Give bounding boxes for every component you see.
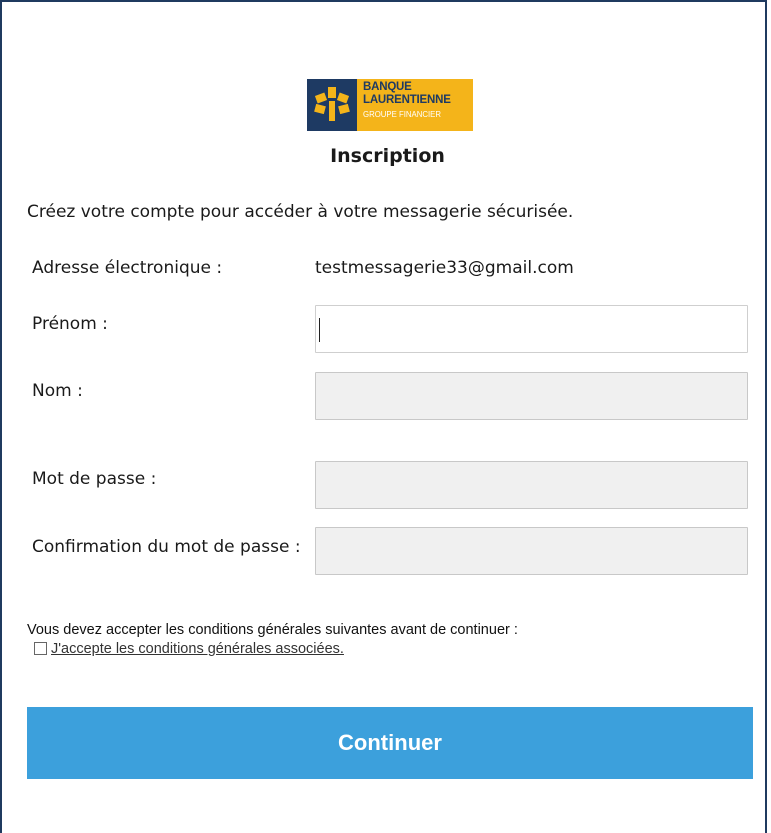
terms-checkbox[interactable] <box>34 642 47 655</box>
confirm-password-label: Confirmation du mot de passe : <box>32 537 301 557</box>
email-label: Adresse électronique : <box>32 258 223 278</box>
password-input[interactable] <box>315 461 748 509</box>
page-frame: BANQUE LAURENTIENNE GROUPE FINANCIER Ins… <box>0 0 767 833</box>
logo-emblem-icon <box>307 79 357 131</box>
terms-link[interactable]: J'accepte les conditions générales assoc… <box>51 641 344 657</box>
lastname-label: Nom : <box>32 381 83 401</box>
continue-button[interactable]: Continuer <box>27 707 753 779</box>
firstname-input[interactable] <box>315 305 748 353</box>
logo-line-1: BANQUE <box>363 81 412 93</box>
intro-text: Créez votre compte pour accéder à votre … <box>27 202 574 222</box>
password-label: Mot de passe : <box>32 469 157 489</box>
terms-notice: Vous devez accepter les conditions génér… <box>27 622 518 638</box>
lastname-input[interactable] <box>315 372 748 420</box>
logo-wordmark: BANQUE LAURENTIENNE GROUPE FINANCIER <box>357 79 473 131</box>
logo-line-3: GROUPE FINANCIER <box>363 110 441 119</box>
text-caret <box>319 318 320 342</box>
firstname-label: Prénom : <box>32 314 108 334</box>
page-title: Inscription <box>330 145 445 167</box>
bank-logo: BANQUE LAURENTIENNE GROUPE FINANCIER <box>307 79 473 131</box>
logo-line-2: LAURENTIENNE <box>363 93 451 106</box>
email-value: testmessagerie33@gmail.com <box>315 258 574 278</box>
confirm-password-input[interactable] <box>315 527 748 575</box>
